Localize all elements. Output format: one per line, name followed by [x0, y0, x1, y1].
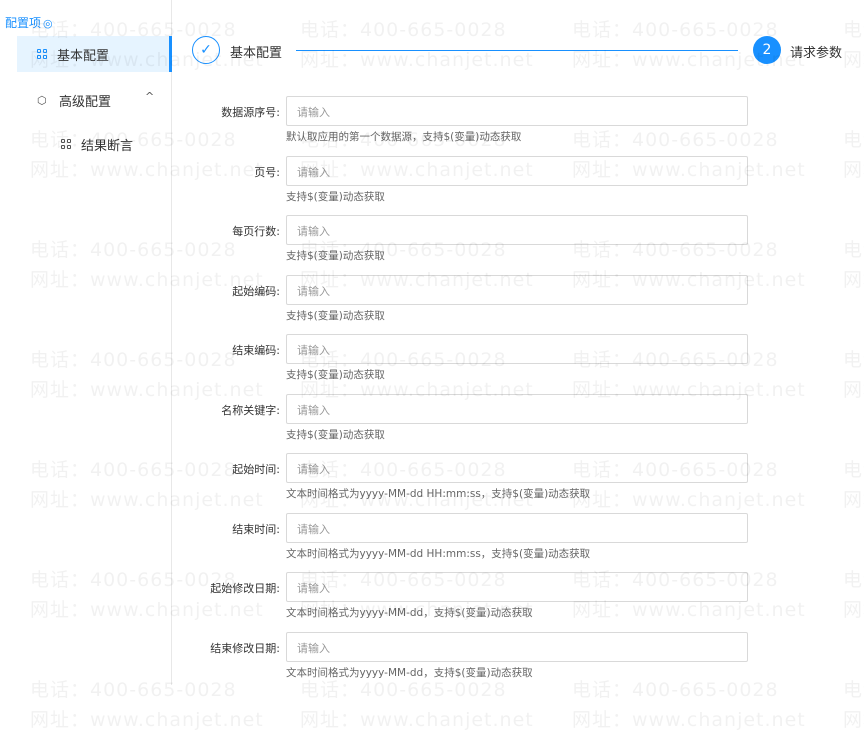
form-row: 起始编码:请输入支持$(变量)动态获取 — [180, 275, 750, 325]
field-label: 结束时间: — [232, 523, 280, 536]
target-icon: ◎ — [43, 17, 53, 30]
field-hint: 文本时间格式为yyyy-MM-dd HH:mm:ss，支持$(变量)动态获取 — [286, 548, 591, 560]
watermark-phone: 电话：400-665-0028 — [843, 679, 864, 701]
field-input[interactable] — [286, 394, 748, 424]
field-input[interactable] — [286, 513, 748, 543]
field-hint: 文本时间格式为yyyy-MM-dd，支持$(变量)动态获取 — [286, 667, 533, 679]
step-connector — [296, 50, 738, 51]
field-hint: 支持$(变量)动态获取 — [286, 369, 385, 381]
form-row: 起始时间:请输入文本时间格式为yyyy-MM-dd HH:mm:ss，支持$(变… — [180, 453, 750, 503]
field-label: 结束修改日期: — [210, 642, 280, 655]
field-hint: 文本时间格式为yyyy-MM-dd，支持$(变量)动态获取 — [286, 607, 533, 619]
field-input[interactable] — [286, 215, 748, 245]
field-label: 起始时间: — [232, 463, 280, 476]
watermark-site: 网址：www.chanjet.net — [843, 489, 864, 511]
check-icon: ✓ — [192, 36, 220, 64]
chevron-up-icon[interactable]: ^ — [145, 90, 154, 103]
watermark-site: 网址：www.chanjet.net — [843, 599, 864, 621]
watermark-site: 网址：www.chanjet.net — [843, 159, 864, 181]
field-label: 每页行数: — [232, 225, 280, 238]
form-row: 页号:请输入支持$(变量)动态获取 — [180, 156, 750, 206]
field-label: 数据源序号: — [221, 106, 280, 119]
field-input[interactable] — [286, 275, 748, 305]
watermark-phone: 电话：400-665-0028 — [843, 239, 864, 261]
form-row: 名称关键字:请输入支持$(变量)动态获取 — [180, 394, 750, 444]
form-row: 数据源序号:请输入默认取应用的第一个数据源，支持$(变量)动态获取 — [180, 96, 750, 146]
watermark-phone: 电话：400-665-0028 — [843, 569, 864, 591]
field-label: 名称关键字: — [221, 404, 280, 417]
form-row: 每页行数:请输入支持$(变量)动态获取 — [180, 215, 750, 265]
field-hint: 支持$(变量)动态获取 — [286, 250, 385, 262]
field-hint: 支持$(变量)动态获取 — [286, 429, 385, 441]
field-label: 结束编码: — [232, 344, 280, 357]
watermark-site: 网址：www.chanjet.net — [300, 709, 534, 731]
grid-icon — [37, 49, 47, 59]
field-input[interactable] — [286, 453, 748, 483]
watermark-site: 网址：www.chanjet.net — [843, 709, 864, 731]
sidebar: 配置项 ◎ 基本配置 ⬡ 高级配置 ^ 结果断言 — [0, 0, 172, 685]
watermark-site: 网址：www.chanjet.net — [572, 709, 806, 731]
sidebar-item-advanced-config[interactable]: ⬡ 高级配置 ^ — [37, 90, 157, 110]
watermark-phone: 电话：400-665-0028 — [843, 349, 864, 371]
field-hint: 文本时间格式为yyyy-MM-dd HH:mm:ss，支持$(变量)动态获取 — [286, 488, 591, 500]
field-hint: 默认取应用的第一个数据源，支持$(变量)动态获取 — [286, 131, 522, 143]
form-row: 起始修改日期:请输入文本时间格式为yyyy-MM-dd，支持$(变量)动态获取 — [180, 572, 750, 622]
field-input[interactable] — [286, 632, 748, 662]
step-1-label: 基本配置 — [230, 46, 283, 61]
field-input[interactable] — [286, 572, 748, 602]
form-row: 结束时间:请输入文本时间格式为yyyy-MM-dd HH:mm:ss，支持$(变… — [180, 513, 750, 563]
form-row: 结束修改日期:请输入文本时间格式为yyyy-MM-dd，支持$(变量)动态获取 — [180, 632, 750, 682]
watermark-site: 网址：www.chanjet.net — [843, 269, 864, 291]
watermark-phone: 电话：400-665-0028 — [843, 129, 864, 151]
field-input[interactable] — [286, 96, 748, 126]
grid-icon — [61, 139, 71, 149]
watermark-site: 网址：www.chanjet.net — [843, 379, 864, 401]
field-label: 起始修改日期: — [210, 582, 280, 595]
field-label: 起始编码: — [232, 285, 280, 298]
watermark-site: 网址：www.chanjet.net — [30, 709, 264, 731]
sidebar-item-basic-config[interactable]: 基本配置 — [17, 36, 172, 72]
sidebar-item-result-assert[interactable]: 结果断言 — [61, 134, 133, 154]
sidebar-title: 配置项 ◎ — [5, 16, 53, 30]
steps: ✓ 基本配置 2 请求参数 — [192, 36, 852, 66]
cube-icon: ⬡ — [37, 93, 47, 107]
field-hint: 支持$(变量)动态获取 — [286, 191, 385, 203]
field-input[interactable] — [286, 156, 748, 186]
watermark-phone: 电话：400-665-0028 — [843, 459, 864, 481]
form-row: 结束编码:请输入支持$(变量)动态获取 — [180, 334, 750, 384]
step-2-number: 2 — [753, 36, 781, 64]
field-label: 页号: — [254, 166, 280, 179]
field-input[interactable] — [286, 334, 748, 364]
step-2-label: 请求参数 — [790, 46, 843, 61]
field-hint: 支持$(变量)动态获取 — [286, 310, 385, 322]
